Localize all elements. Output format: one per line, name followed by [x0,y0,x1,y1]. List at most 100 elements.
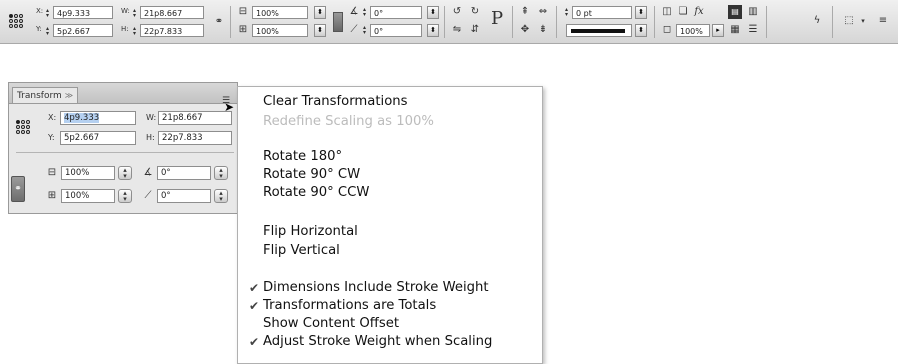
cb-x-label: X: [36,7,44,15]
panel-scale-y-dropdown[interactable]: ▴ ▾ [118,189,132,203]
cb-shear-field[interactable]: 0° [370,24,422,37]
lightning-icon[interactable]: ϟ [810,14,824,28]
cb-scale-y-field[interactable]: 100% [252,24,308,37]
panel-menu-icon[interactable]: ≡ [876,14,890,28]
panel-w-label: W: [146,113,157,122]
constrain-scale-icon[interactable]: ⚭ [11,176,25,202]
cb-stroke-stepper[interactable]: ▴ ▾ [563,7,570,18]
bridge-dropdown-icon[interactable]: ▾ [856,14,870,28]
menu-item-adjust-stroke-weight[interactable]: Adjust Stroke Weight when Scaling [263,334,492,350]
align-top-icon[interactable]: ▦ [728,23,742,37]
scale-x-icon: ⊟ [238,6,248,17]
control-bar: X: ▴ ▾ 4p9.333 Y: ▴ ▾ 5p2.667 W: ▴ ▾ 21p8.6… [0,0,898,44]
flip-horizontal-icon[interactable]: ⇋ [450,23,464,37]
panel-reference-point-grid[interactable] [16,120,30,134]
tab-transform-label: Transform [17,91,62,101]
cb-w-label: W: [121,7,130,15]
menu-item-dimensions-include-stroke[interactable]: Dimensions Include Stroke Weight [263,280,489,296]
select-next-icon[interactable]: ⇟ [536,23,550,37]
cb-scale-x-field[interactable]: 100% [252,6,308,19]
panel-rotation-dropdown[interactable]: ▴ ▾ [214,166,228,180]
select-previous-icon[interactable]: ⇔ [536,5,550,19]
cb-stroke-type-dropdown[interactable]: ⬍ [635,24,647,37]
bridge-icon[interactable]: ⬚ [842,14,856,28]
cb-x-stepper[interactable]: ▴ ▾ [44,8,51,19]
cb-stroke-type-select[interactable] [566,24,632,37]
cb-stroke-weight-dropdown[interactable]: ⬍ [635,6,647,19]
panel-x-field[interactable]: 4p9.333 [60,111,136,125]
opacity-icon: ◻ [662,24,672,35]
menu-item-clear-transformations[interactable]: Clear Transformations [263,94,408,110]
cb-y-field[interactable]: 5p2.667 [53,24,113,37]
align-center-icon[interactable]: ☰ [746,23,760,37]
flip-vertical-icon[interactable]: ⇵ [468,23,482,37]
rotation-angle-icon-panel: ∡ [143,167,153,178]
panel-tab-bar: Transform ≫ [9,83,237,104]
menu-item-rotate-180[interactable]: Rotate 180° [263,149,342,165]
panel-y-field[interactable]: 5p2.667 [60,131,136,145]
cb-h-field[interactable]: 22p7.833 [140,24,204,37]
checkmark-icon: ✔ [249,335,260,349]
cb-stroke-weight-field[interactable]: 0 pt [572,6,632,19]
cb-w-field[interactable]: 21p8.667 [140,6,204,19]
cb-rotation-dropdown[interactable]: ⬍ [427,6,439,19]
checkmark-icon: ✔ [249,281,260,295]
tab-close-icon[interactable]: ≫ [65,91,73,100]
panel-y-label: Y: [48,133,55,142]
panel-x-label: X: [48,113,57,122]
reference-point-grid[interactable] [9,14,23,28]
drop-shadow-icon[interactable]: ◫ [660,5,674,19]
panel-divider [16,152,234,153]
scale-y-percent-icon: ⊞ [47,190,57,201]
select-container-icon[interactable]: ⇞ [518,5,532,19]
tab-transform[interactable]: Transform ≫ [12,87,78,103]
cb-h-stepper[interactable]: ▴ ▾ [131,26,138,37]
menu-item-show-content-offset[interactable]: Show Content Offset [263,316,399,332]
panel-rotation-field[interactable]: 0° [157,166,211,180]
columns-icon[interactable]: ▥ [746,5,760,19]
cb-shear-stepper[interactable]: ▴ ▾ [361,25,368,36]
rotate-ccw-icon[interactable]: ↺ [450,5,464,19]
cb-y-label: Y: [36,25,42,33]
cb-rotation-stepper[interactable]: ▴ ▾ [361,7,368,18]
panel-w-field[interactable]: 21p8.667 [158,111,232,125]
panel-shear-dropdown[interactable]: ▴ ▾ [214,189,228,203]
panel-scale-y-field[interactable]: 100% [61,189,115,203]
menu-item-flip-horizontal[interactable]: Flip Horizontal [263,224,358,240]
checkmark-icon: ✔ [249,299,260,313]
panel-h-field[interactable]: 22p7.833 [158,131,232,145]
panel-shear-field[interactable]: 0° [157,189,211,203]
cb-x-field[interactable]: 4p9.333 [53,6,113,19]
menu-item-redefine-scaling: Redefine Scaling as 100% [263,114,434,129]
cb-y-stepper[interactable]: ▴ ▾ [44,26,51,37]
menu-item-rotate-90-cw[interactable]: Rotate 90° CW [263,167,360,183]
select-content-icon[interactable]: ✥ [518,23,532,37]
constrain-proportions-icon[interactable]: ⚭ [212,15,226,29]
transform-options-menu: Clear Transformations Redefine Scaling a… [237,86,543,364]
cb-shear-dropdown[interactable]: ⬍ [427,24,439,37]
rotate-cw-icon[interactable]: ↻ [468,5,482,19]
cb-w-stepper[interactable]: ▴ ▾ [131,8,138,19]
scale-y-icon: ⊞ [238,24,248,35]
panel-x-value: 4p9.333 [64,113,100,123]
text-frame-options-icon[interactable]: ▤ [728,5,742,19]
shear-angle-icon-panel: ⟋ [144,190,152,201]
effects-shadow-icon[interactable]: ❏ [676,5,690,19]
menu-item-transformations-are-totals[interactable]: Transformations are Totals [263,298,436,314]
shear-angle-icon: ⟋ [350,24,358,35]
cb-constrain-scale-icon[interactable] [333,12,343,32]
cb-opacity-dropdown[interactable]: ▸ [712,24,724,37]
panel-scale-x-dropdown[interactable]: ▴ ▾ [118,166,132,180]
orientation-p-icon: P [490,8,504,29]
cb-rotation-field[interactable]: 0° [370,6,422,19]
cb-scale-x-dropdown[interactable]: ⬍ [314,6,326,19]
panel-h-label: H: [146,133,155,142]
rotation-angle-icon: ∡ [349,6,359,17]
scale-x-percent-icon: ⊟ [47,167,57,178]
fx-icon[interactable]: fx [692,5,706,19]
menu-item-rotate-90-ccw[interactable]: Rotate 90° CCW [263,185,369,201]
menu-item-flip-vertical[interactable]: Flip Vertical [263,243,340,259]
panel-scale-x-field[interactable]: 100% [61,166,115,180]
cb-opacity-field[interactable]: 100% [676,24,710,37]
cb-scale-y-dropdown[interactable]: ⬍ [314,24,326,37]
